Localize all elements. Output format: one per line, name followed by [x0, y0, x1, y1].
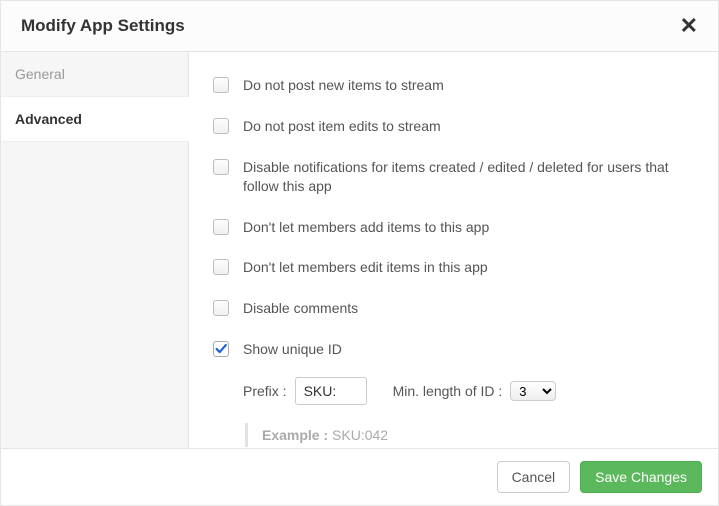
prefix-label: Prefix :	[243, 383, 287, 399]
setting-label: Don't let members edit items in this app	[243, 258, 488, 277]
setting-label: Disable comments	[243, 299, 358, 318]
setting-label: Show unique ID	[243, 340, 342, 359]
content-pane: Do not post new items to stream Do not p…	[189, 52, 718, 448]
setting-row: Do not post item edits to stream	[213, 117, 694, 136]
setting-row: Don't let members add items to this app	[213, 218, 694, 237]
checkbox-no-post-new[interactable]	[213, 77, 229, 93]
modify-app-settings-dialog: Modify App Settings ✕ General Advanced D…	[0, 0, 719, 506]
dialog-title: Modify App Settings	[21, 16, 185, 36]
setting-label: Don't let members add items to this app	[243, 218, 489, 237]
example-block: Example : SKU:042	[245, 423, 694, 447]
save-changes-button[interactable]: Save Changes	[580, 461, 702, 493]
setting-row: Do not post new items to stream	[213, 76, 694, 95]
min-length-select[interactable]: 3	[510, 381, 556, 401]
close-icon[interactable]: ✕	[680, 15, 698, 37]
tab-label: General	[15, 66, 65, 82]
checkbox-show-unique-id[interactable]	[213, 341, 229, 357]
tab-advanced[interactable]: Advanced	[1, 97, 189, 142]
checkbox-no-add-items[interactable]	[213, 219, 229, 235]
sidebar: General Advanced	[1, 52, 189, 448]
dialog-footer: Cancel Save Changes	[1, 449, 718, 505]
min-length-label: Min. length of ID :	[393, 383, 503, 399]
checkbox-no-post-edits[interactable]	[213, 118, 229, 134]
setting-row: Show unique ID	[213, 340, 694, 359]
setting-label: Do not post new items to stream	[243, 76, 444, 95]
setting-row: Disable notifications for items created …	[213, 158, 694, 196]
unique-id-subsection: Prefix : Min. length of ID : 3 Example :…	[243, 377, 694, 447]
setting-label: Do not post item edits to stream	[243, 117, 441, 136]
dialog-header: Modify App Settings ✕	[1, 1, 718, 52]
setting-label: Disable notifications for items created …	[243, 158, 694, 196]
tab-general[interactable]: General	[1, 52, 188, 97]
prefix-row: Prefix : Min. length of ID : 3	[243, 377, 694, 405]
checkbox-disable-notifications[interactable]	[213, 159, 229, 175]
dialog-body: General Advanced Do not post new items t…	[1, 52, 718, 449]
example-value: SKU:042	[332, 427, 388, 443]
setting-row: Don't let members edit items in this app	[213, 258, 694, 277]
setting-row: Disable comments	[213, 299, 694, 318]
cancel-button[interactable]: Cancel	[497, 461, 571, 493]
checkbox-no-edit-items[interactable]	[213, 259, 229, 275]
prefix-input[interactable]	[295, 377, 367, 405]
tab-label: Advanced	[15, 111, 82, 127]
checkbox-disable-comments[interactable]	[213, 300, 229, 316]
example-label: Example :	[262, 427, 328, 443]
